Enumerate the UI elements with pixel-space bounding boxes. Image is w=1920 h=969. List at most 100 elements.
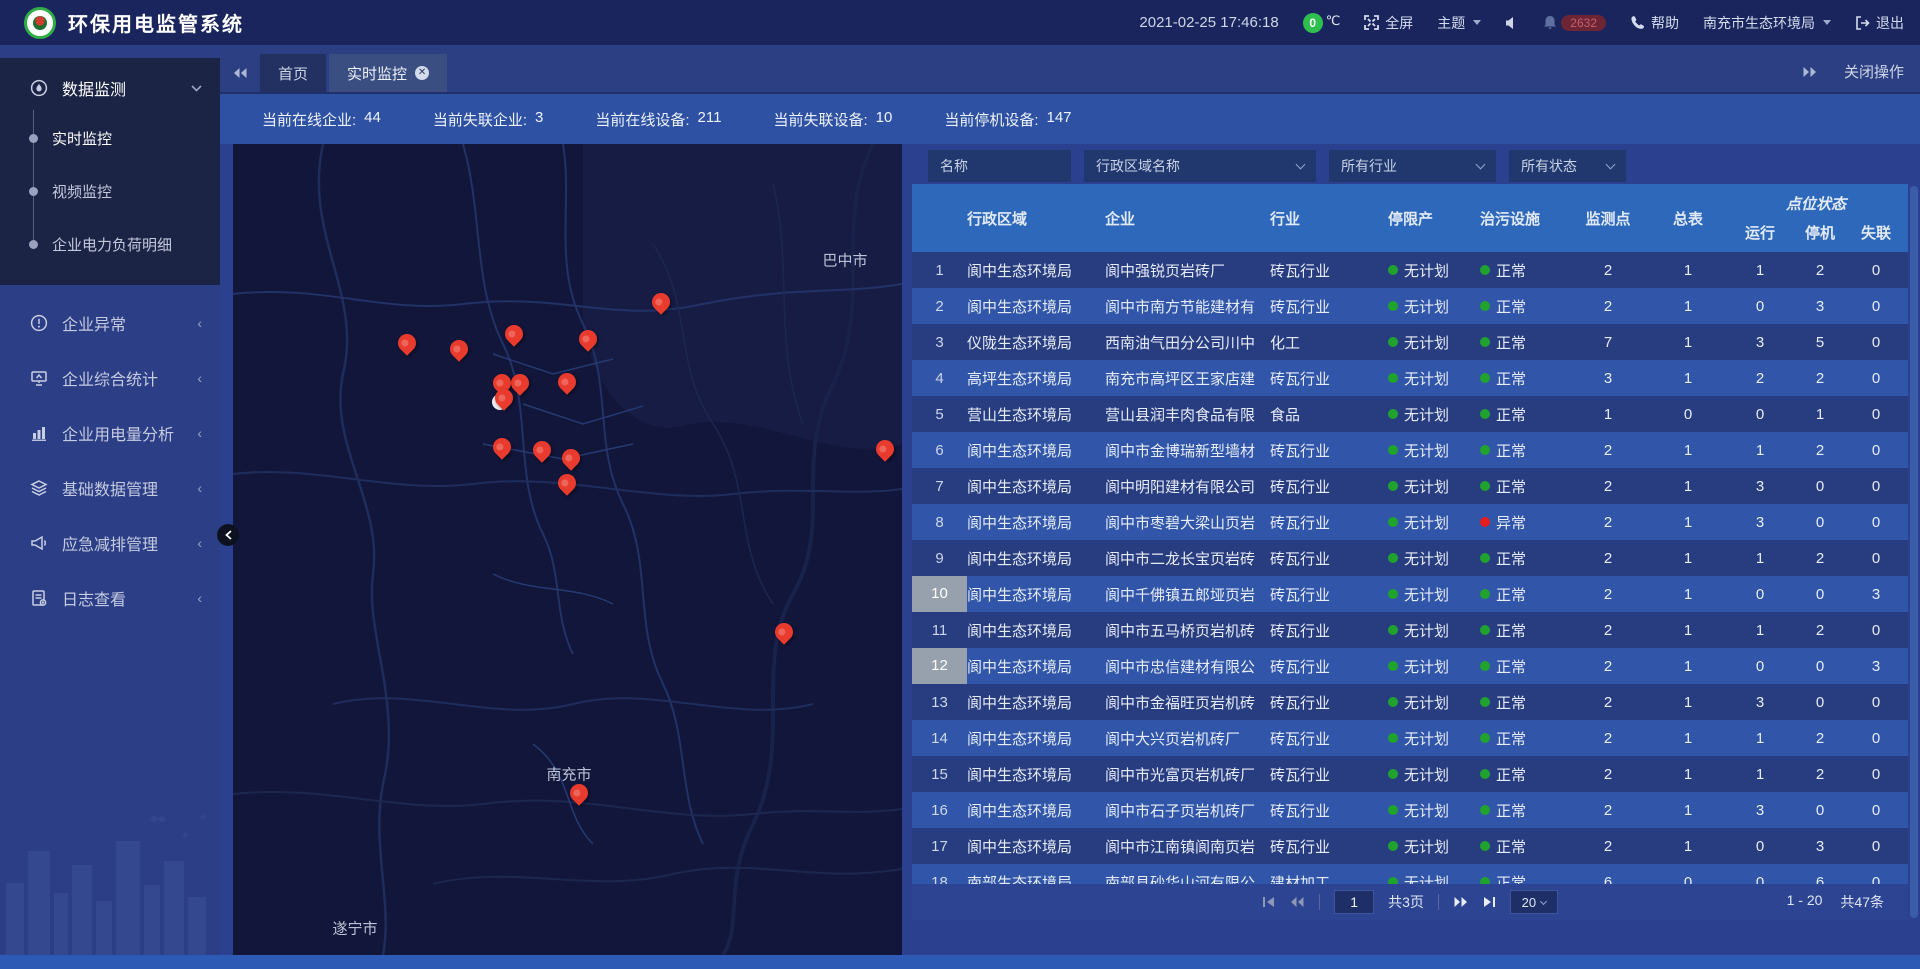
status-dot-icon <box>1388 373 1398 383</box>
map-pin[interactable] <box>501 321 526 346</box>
table-row[interactable]: 17阆中生态环境局阆中市江南镇阆南页岩砖瓦行业无计划正常21030 <box>912 828 1908 864</box>
region-filter-select[interactable]: 行政区域名称 <box>1084 150 1316 182</box>
map-pin[interactable] <box>529 437 554 462</box>
bell-icon <box>1543 15 1557 30</box>
cell-industry: 食品 <box>1270 404 1388 425</box>
tab-home[interactable]: 首页 <box>260 54 326 92</box>
status-text: 正常 <box>1496 872 1526 885</box>
table-row[interactable]: 11阆中生态环境局阆中市五马桥页岩机砖砖瓦行业无计划正常21120 <box>912 612 1908 648</box>
pagination-info: 1 - 20 共47条 <box>1787 892 1884 912</box>
sidebar-item-power-load-detail[interactable]: 企业电力负荷明细 <box>0 218 220 271</box>
map-pin[interactable] <box>872 436 897 461</box>
name-filter-input[interactable] <box>928 150 1071 182</box>
cell-lost: 0 <box>1848 298 1904 315</box>
org-menu[interactable]: 南充市生态环境局 <box>1703 13 1831 33</box>
tab-realtime-monitor[interactable]: 实时监控 ✕ <box>329 54 447 92</box>
theme-label: 主题 <box>1437 13 1465 33</box>
double-chevron-right-icon[interactable] <box>1802 66 1818 78</box>
cell-run: 3 <box>1728 334 1792 351</box>
sidebar-item-base-data[interactable]: 基础数据管理 ‹ <box>0 460 220 515</box>
map-pin[interactable] <box>394 330 419 355</box>
cell-stop-limit: 无计划 <box>1388 296 1480 317</box>
tabs-scroll-left-button[interactable] <box>220 54 260 92</box>
datetime-label: 2021-02-25 17:46:18 <box>1139 14 1278 31</box>
mute-button[interactable] <box>1505 16 1519 30</box>
map-pin[interactable] <box>554 470 579 495</box>
chevron-down-icon <box>1540 897 1547 904</box>
table-scrollbar[interactable] <box>1910 186 1918 918</box>
cell-stop-limit: 无计划 <box>1388 692 1480 713</box>
app-title: 环保用电监管系统 <box>68 8 244 37</box>
chevron-down-icon <box>1823 20 1831 25</box>
app: 环保用电监管系统 2021-02-25 17:46:18 0 ℃ 全屏 主题 2… <box>0 0 1920 969</box>
table-row[interactable]: 6阆中生态环境局阆中市金博瑞新型墙材砖瓦行业无计划正常21120 <box>912 432 1908 468</box>
cell-industry: 砖瓦行业 <box>1270 296 1388 317</box>
map-pin[interactable] <box>648 289 673 314</box>
table-row[interactable]: 10阆中生态环境局阆中千佛镇五郎垭页岩砖瓦行业无计划正常21003 <box>912 576 1908 612</box>
sidebar-item-emergency-reduction[interactable]: 应急减排管理 ‹ <box>0 515 220 570</box>
chevron-left-icon: ‹ <box>197 370 202 386</box>
table-row[interactable]: 7阆中生态环境局阆中明阳建材有限公司砖瓦行业无计划正常21300 <box>912 468 1908 504</box>
page-size-select[interactable]: 20 <box>1510 890 1558 914</box>
table-row[interactable]: 18南部生态环境局南部县砂华山河有限公建材加工无计划正常60060 <box>912 864 1908 884</box>
notification-bell[interactable]: 2632 <box>1543 15 1606 31</box>
notification-count-badge: 2632 <box>1561 15 1606 31</box>
sidebar-collapse-toggle[interactable] <box>217 524 239 546</box>
prev-page-button[interactable] <box>1289 896 1305 908</box>
first-page-button[interactable] <box>1262 896 1275 908</box>
status-text: 无计划 <box>1404 656 1449 677</box>
sidebar-item-realtime-monitor[interactable]: 实时监控 <box>0 112 220 165</box>
map-pin[interactable] <box>554 369 579 394</box>
status-dot-icon <box>1480 301 1490 311</box>
last-page-button[interactable] <box>1483 896 1496 908</box>
tab-close-icon[interactable]: ✕ <box>415 66 429 80</box>
map-pin[interactable] <box>575 326 600 351</box>
table-row[interactable]: 12阆中生态环境局阆中市忠信建材有限公砖瓦行业无计划正常21003 <box>912 648 1908 684</box>
table-row[interactable]: 9阆中生态环境局阆中市二龙长宝页岩砖砖瓦行业无计划正常21120 <box>912 540 1908 576</box>
status-dot-icon <box>1480 769 1490 779</box>
sidebar-group-data-monitor-header[interactable]: 数据监测 <box>0 64 220 112</box>
table-row[interactable]: 8阆中生态环境局阆中市枣碧大梁山页岩砖瓦行业无计划异常21300 <box>912 504 1908 540</box>
top-header: 环保用电监管系统 2021-02-25 17:46:18 0 ℃ 全屏 主题 2… <box>0 0 1920 45</box>
industry-filter-select[interactable]: 所有行业 <box>1329 150 1496 182</box>
cell-points: 2 <box>1568 766 1648 783</box>
table-row[interactable]: 5营山生态环境局营山县润丰肉食品有限食品无计划正常10010 <box>912 396 1908 432</box>
table-row[interactable]: 1阆中生态环境局阆中强锐页岩砖厂砖瓦行业无计划正常21120 <box>912 252 1908 288</box>
map-panel[interactable]: 巴中市南充市遂宁市 <box>233 144 902 955</box>
status-text: 正常 <box>1496 260 1526 281</box>
status-text: 无计划 <box>1404 440 1449 461</box>
sidebar-item-log-view[interactable]: 日志查看 ‹ <box>0 570 220 625</box>
help-label: 帮助 <box>1651 13 1679 33</box>
help-button[interactable]: 帮助 <box>1630 13 1679 33</box>
sidebar-item-power-analysis[interactable]: 企业用电量分析 ‹ <box>0 405 220 460</box>
map-pin[interactable] <box>771 619 796 644</box>
table-row[interactable]: 3仪陇生态环境局西南油气田分公司川中化工无计划正常71350 <box>912 324 1908 360</box>
cell-facility: 正常 <box>1480 584 1568 605</box>
row-index: 3 <box>912 334 967 351</box>
sidebar-item-enterprise-statistics[interactable]: 企业综合统计 ‹ <box>0 350 220 405</box>
table-row[interactable]: 2阆中生态环境局阆中市南方节能建材有砖瓦行业无计划正常21030 <box>912 288 1908 324</box>
table-row[interactable]: 15阆中生态环境局阆中市光富页岩机砖厂砖瓦行业无计划正常21120 <box>912 756 1908 792</box>
map-pin[interactable] <box>558 445 583 470</box>
status-filter-select[interactable]: 所有状态 <box>1509 150 1626 182</box>
table-row[interactable]: 14阆中生态环境局阆中大兴页岩机砖厂砖瓦行业无计划正常21120 <box>912 720 1908 756</box>
table-row[interactable]: 16阆中生态环境局阆中市石子页岩机砖厂砖瓦行业无计划正常21300 <box>912 792 1908 828</box>
sidebar-item-enterprise-abnormal[interactable]: 企业异常 ‹ <box>0 295 220 350</box>
stat-value: 10 <box>876 109 893 130</box>
theme-menu[interactable]: 主题 <box>1437 13 1481 33</box>
close-operations-button[interactable]: 关闭操作 <box>1844 61 1904 82</box>
fullscreen-button[interactable]: 全屏 <box>1364 13 1413 33</box>
cell-company: 南部县砂华山河有限公 <box>1105 872 1270 885</box>
page-number-input[interactable] <box>1334 890 1374 914</box>
table-row[interactable]: 13阆中生态环境局阆中市金福旺页岩机砖砖瓦行业无计划正常21300 <box>912 684 1908 720</box>
logout-button[interactable]: 退出 <box>1855 13 1904 33</box>
status-text: 异常 <box>1496 512 1526 533</box>
cell-points: 2 <box>1568 802 1648 819</box>
next-page-button[interactable] <box>1453 896 1469 908</box>
map-pin[interactable] <box>446 336 471 361</box>
stat-item: 当前失联企业:3 <box>433 109 544 130</box>
sidebar-item-video-monitor[interactable]: 视频监控 <box>0 165 220 218</box>
table-row[interactable]: 4高坪生态环境局南充市高坪区王家店建砖瓦行业无计划正常31220 <box>912 360 1908 396</box>
map-pin[interactable] <box>489 434 514 459</box>
status-text: 无计划 <box>1404 368 1449 389</box>
